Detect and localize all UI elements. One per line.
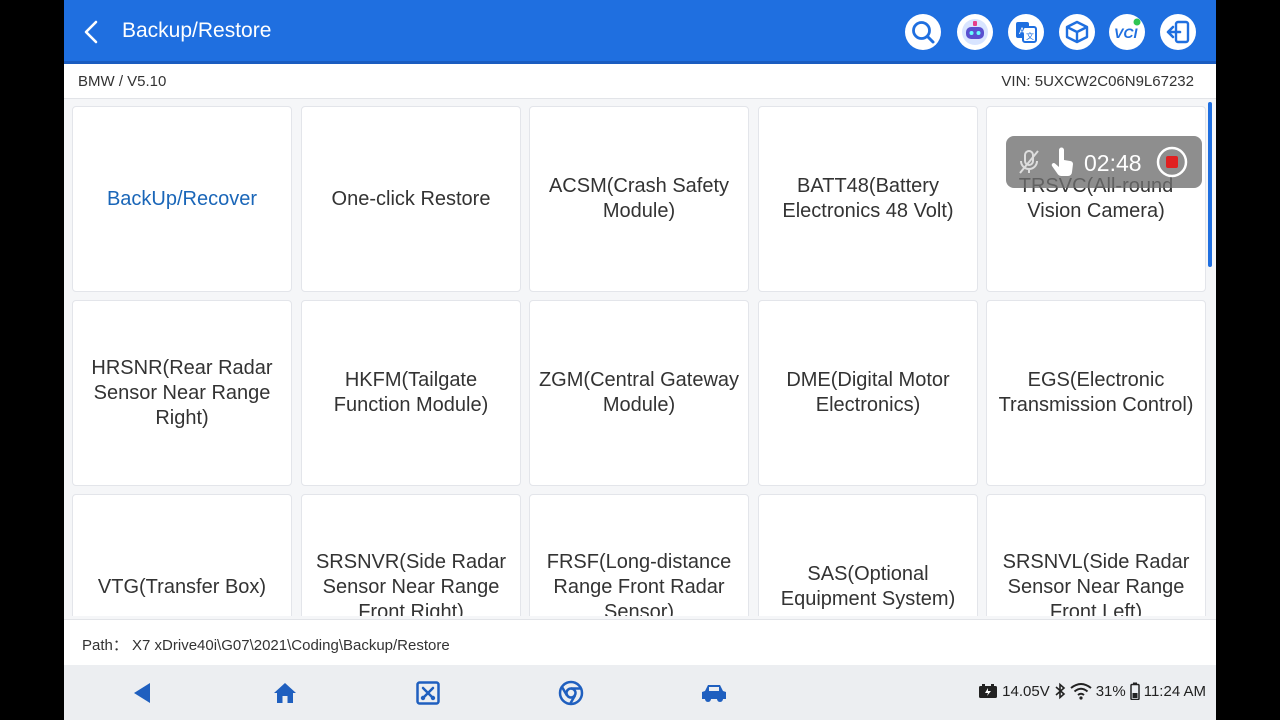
breadcrumb-path: Path： X7 xDrive40i\G07\2021\Coding\Backu…	[82, 637, 450, 654]
nav-vehicle-button[interactable]	[700, 679, 728, 707]
nav-screenshot-button[interactable]	[414, 679, 442, 707]
tile-backup-recover[interactable]: BackUp/Recover	[72, 106, 292, 292]
battery-icon	[1129, 682, 1140, 700]
tile-batt48[interactable]: BATT48(Battery Electronics 48 Volt)	[758, 106, 978, 292]
vci-button[interactable]: VCI	[1109, 14, 1145, 50]
tile-acsm[interactable]: ACSM(Crash Safety Module)	[529, 106, 749, 292]
page-title: Backup/Restore	[122, 19, 272, 42]
bluetooth-icon	[1055, 682, 1065, 700]
tile-srsnvl[interactable]: SRSNVL(Side Radar Sensor Near Range Fron…	[986, 494, 1206, 616]
package-icon	[1065, 20, 1089, 44]
recording-timer: 02:48	[1084, 150, 1142, 176]
nav-browser-button[interactable]	[557, 679, 585, 707]
clock: 11:24 AM	[1143, 682, 1206, 700]
tile-hkfm[interactable]: HKFM(Tailgate Function Module)	[301, 300, 521, 486]
stop-record-icon[interactable]	[1156, 146, 1188, 178]
nav-back-button[interactable]	[128, 679, 156, 707]
exit-icon	[1166, 20, 1190, 44]
title-bar: Backup/Restore A文 VCI	[64, 0, 1216, 64]
vehicle-battery-icon	[979, 684, 998, 698]
app-screen: Backup/Restore A文 VCI BMW / V5.10 VIN: 5…	[64, 0, 1216, 720]
ai-assistant-button[interactable]	[957, 14, 993, 50]
back-button[interactable]	[78, 16, 106, 48]
vehicle-version: BMW / V5.10	[78, 73, 167, 90]
wifi-icon	[1070, 683, 1092, 700]
path-bar: Path： X7 xDrive40i\G07\2021\Coding\Backu…	[64, 619, 1216, 666]
exit-button[interactable]	[1160, 14, 1196, 50]
tile-frsf[interactable]: FRSF(Long-distance Range Front Radar Sen…	[529, 494, 749, 616]
tile-egs[interactable]: EGS(Electronic Transmission Control)	[986, 300, 1206, 486]
tile-vtg[interactable]: VTG(Transfer Box)	[72, 494, 292, 616]
chrome-icon	[558, 680, 584, 706]
vehicle-info-bar: BMW / V5.10 VIN: 5UXCW2C06N9L67232	[64, 64, 1216, 99]
grid-scrollbar[interactable]	[1208, 102, 1212, 267]
tile-srsnvr[interactable]: SRSNVR(Side Radar Sensor Near Range Fron…	[301, 494, 521, 616]
system-nav-bar: 14.05V 31% 11:24 AM	[64, 665, 1216, 720]
vci-icon: VCI	[1114, 18, 1141, 41]
tile-dme[interactable]: DME(Digital Motor Electronics)	[758, 300, 978, 486]
tile-hrsnr[interactable]: HRSNR(Rear Radar Sensor Near Range Right…	[72, 300, 292, 486]
ai-assistant-icon	[962, 19, 988, 45]
scissors-icon	[416, 681, 440, 705]
tile-sas[interactable]: SAS(Optional Equipment System)	[758, 494, 978, 616]
battery-percent: 31%	[1095, 682, 1126, 700]
svg-text:VCI: VCI	[1114, 25, 1138, 41]
status-tray: 14.05V 31% 11:24 AM	[978, 682, 1206, 700]
tile-one-click-restore[interactable]: One-click Restore	[301, 106, 521, 292]
svg-text:A: A	[1019, 26, 1025, 36]
package-button[interactable]	[1059, 14, 1095, 50]
tile-trsvc[interactable]: TRSVC(All-round Vision Camera)	[986, 106, 1206, 292]
search-button[interactable]	[905, 14, 941, 50]
chevron-left-icon	[84, 20, 98, 44]
search-icon	[912, 21, 935, 44]
touch-hand-icon[interactable]	[1048, 146, 1078, 178]
voltage-reading: 14.05V	[1002, 682, 1050, 700]
mic-muted-icon[interactable]	[1016, 148, 1042, 176]
svg-text:文: 文	[1026, 31, 1034, 41]
translate-icon: A文	[1016, 22, 1037, 43]
screen-recorder-overlay[interactable]: 02:48	[1006, 136, 1202, 188]
home-icon	[274, 683, 296, 703]
vin-label: VIN: 5UXCW2C06N9L67232	[1001, 73, 1194, 90]
tile-zgm[interactable]: ZGM(Central Gateway Module)	[529, 300, 749, 486]
triangle-back-icon	[134, 683, 150, 703]
car-icon	[702, 685, 726, 702]
translate-button[interactable]: A文	[1008, 14, 1044, 50]
nav-home-button[interactable]	[271, 679, 299, 707]
